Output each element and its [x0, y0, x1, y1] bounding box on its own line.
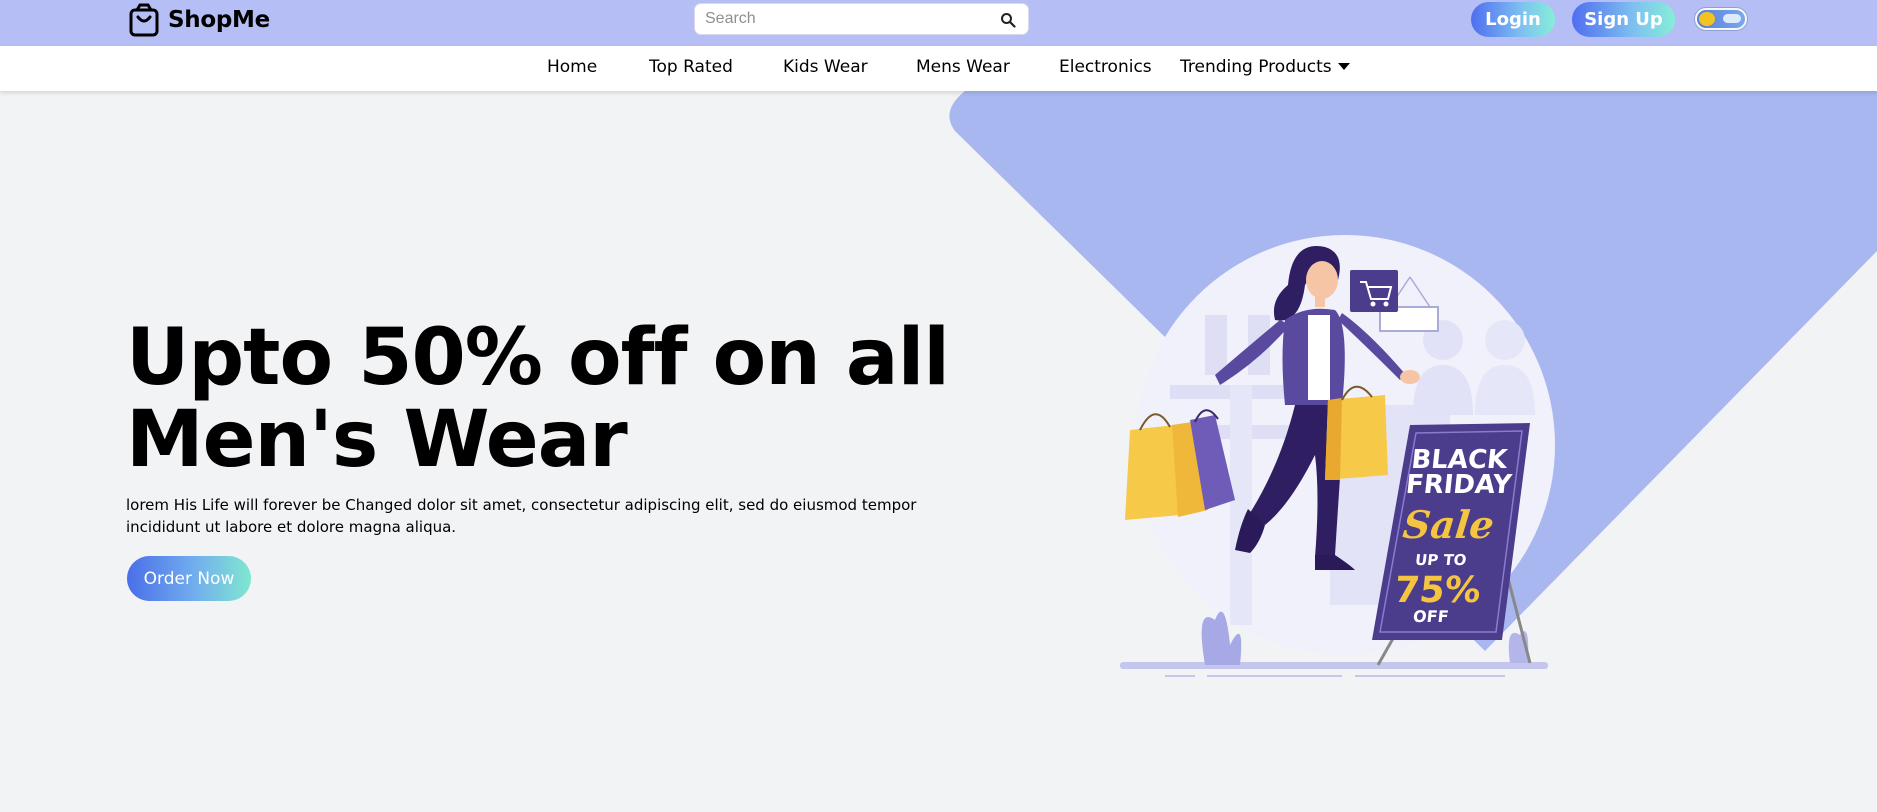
shopping-woman-illustration: BLACK FRIDAY Sale UP TO 75% OFF	[1120, 235, 1555, 677]
shopping-bag-icon	[129, 3, 159, 37]
signup-button[interactable]: Sign Up	[1572, 2, 1675, 37]
caret-down-icon	[1337, 63, 1350, 70]
hero-description: lorem His Life will forever be Changed d…	[126, 496, 917, 536]
nav-item-mens-wear[interactable]: Mens Wear	[916, 57, 1010, 77]
search-input[interactable]	[705, 4, 985, 34]
order-now-button[interactable]: Order Now	[127, 556, 251, 601]
nav-item-home[interactable]: Home	[547, 57, 597, 77]
sign-friday: FRIDAY	[1404, 470, 1514, 500]
main-nav: Home Top Rated Kids Wear Mens Wear Elect…	[0, 46, 1877, 91]
login-button[interactable]: Login	[1471, 2, 1555, 37]
cloud-icon	[1723, 14, 1741, 23]
sign-off: OFF	[1412, 607, 1449, 626]
sign-sale: Sale	[1401, 502, 1496, 547]
top-bar: ShopMe Login Sign Up	[0, 0, 1877, 46]
sign-75: 75%	[1392, 569, 1483, 611]
hero-headline: Upto 50% off on all Men's Wear	[126, 317, 1026, 481]
sign-up-to: UP TO	[1414, 551, 1467, 569]
nav-item-top-rated[interactable]: Top Rated	[649, 57, 733, 77]
search-icon[interactable]	[1000, 12, 1016, 28]
search-box	[694, 3, 1029, 35]
nav-item-trending-products[interactable]: Trending Products	[1180, 57, 1350, 77]
brand-name: ShopMe	[168, 7, 270, 33]
theme-toggle[interactable]	[1695, 8, 1747, 30]
trending-products-label: Trending Products	[1180, 57, 1332, 77]
hero-headline-line-1: Upto 50% off on all	[126, 313, 950, 403]
hero-headline-line-2: Men's Wear	[126, 395, 628, 485]
sun-icon	[1699, 12, 1715, 26]
nav-item-electronics[interactable]: Electronics	[1059, 57, 1152, 77]
brand-logo[interactable]: ShopMe	[128, 3, 270, 37]
nav-item-kids-wear[interactable]: Kids Wear	[783, 57, 868, 77]
